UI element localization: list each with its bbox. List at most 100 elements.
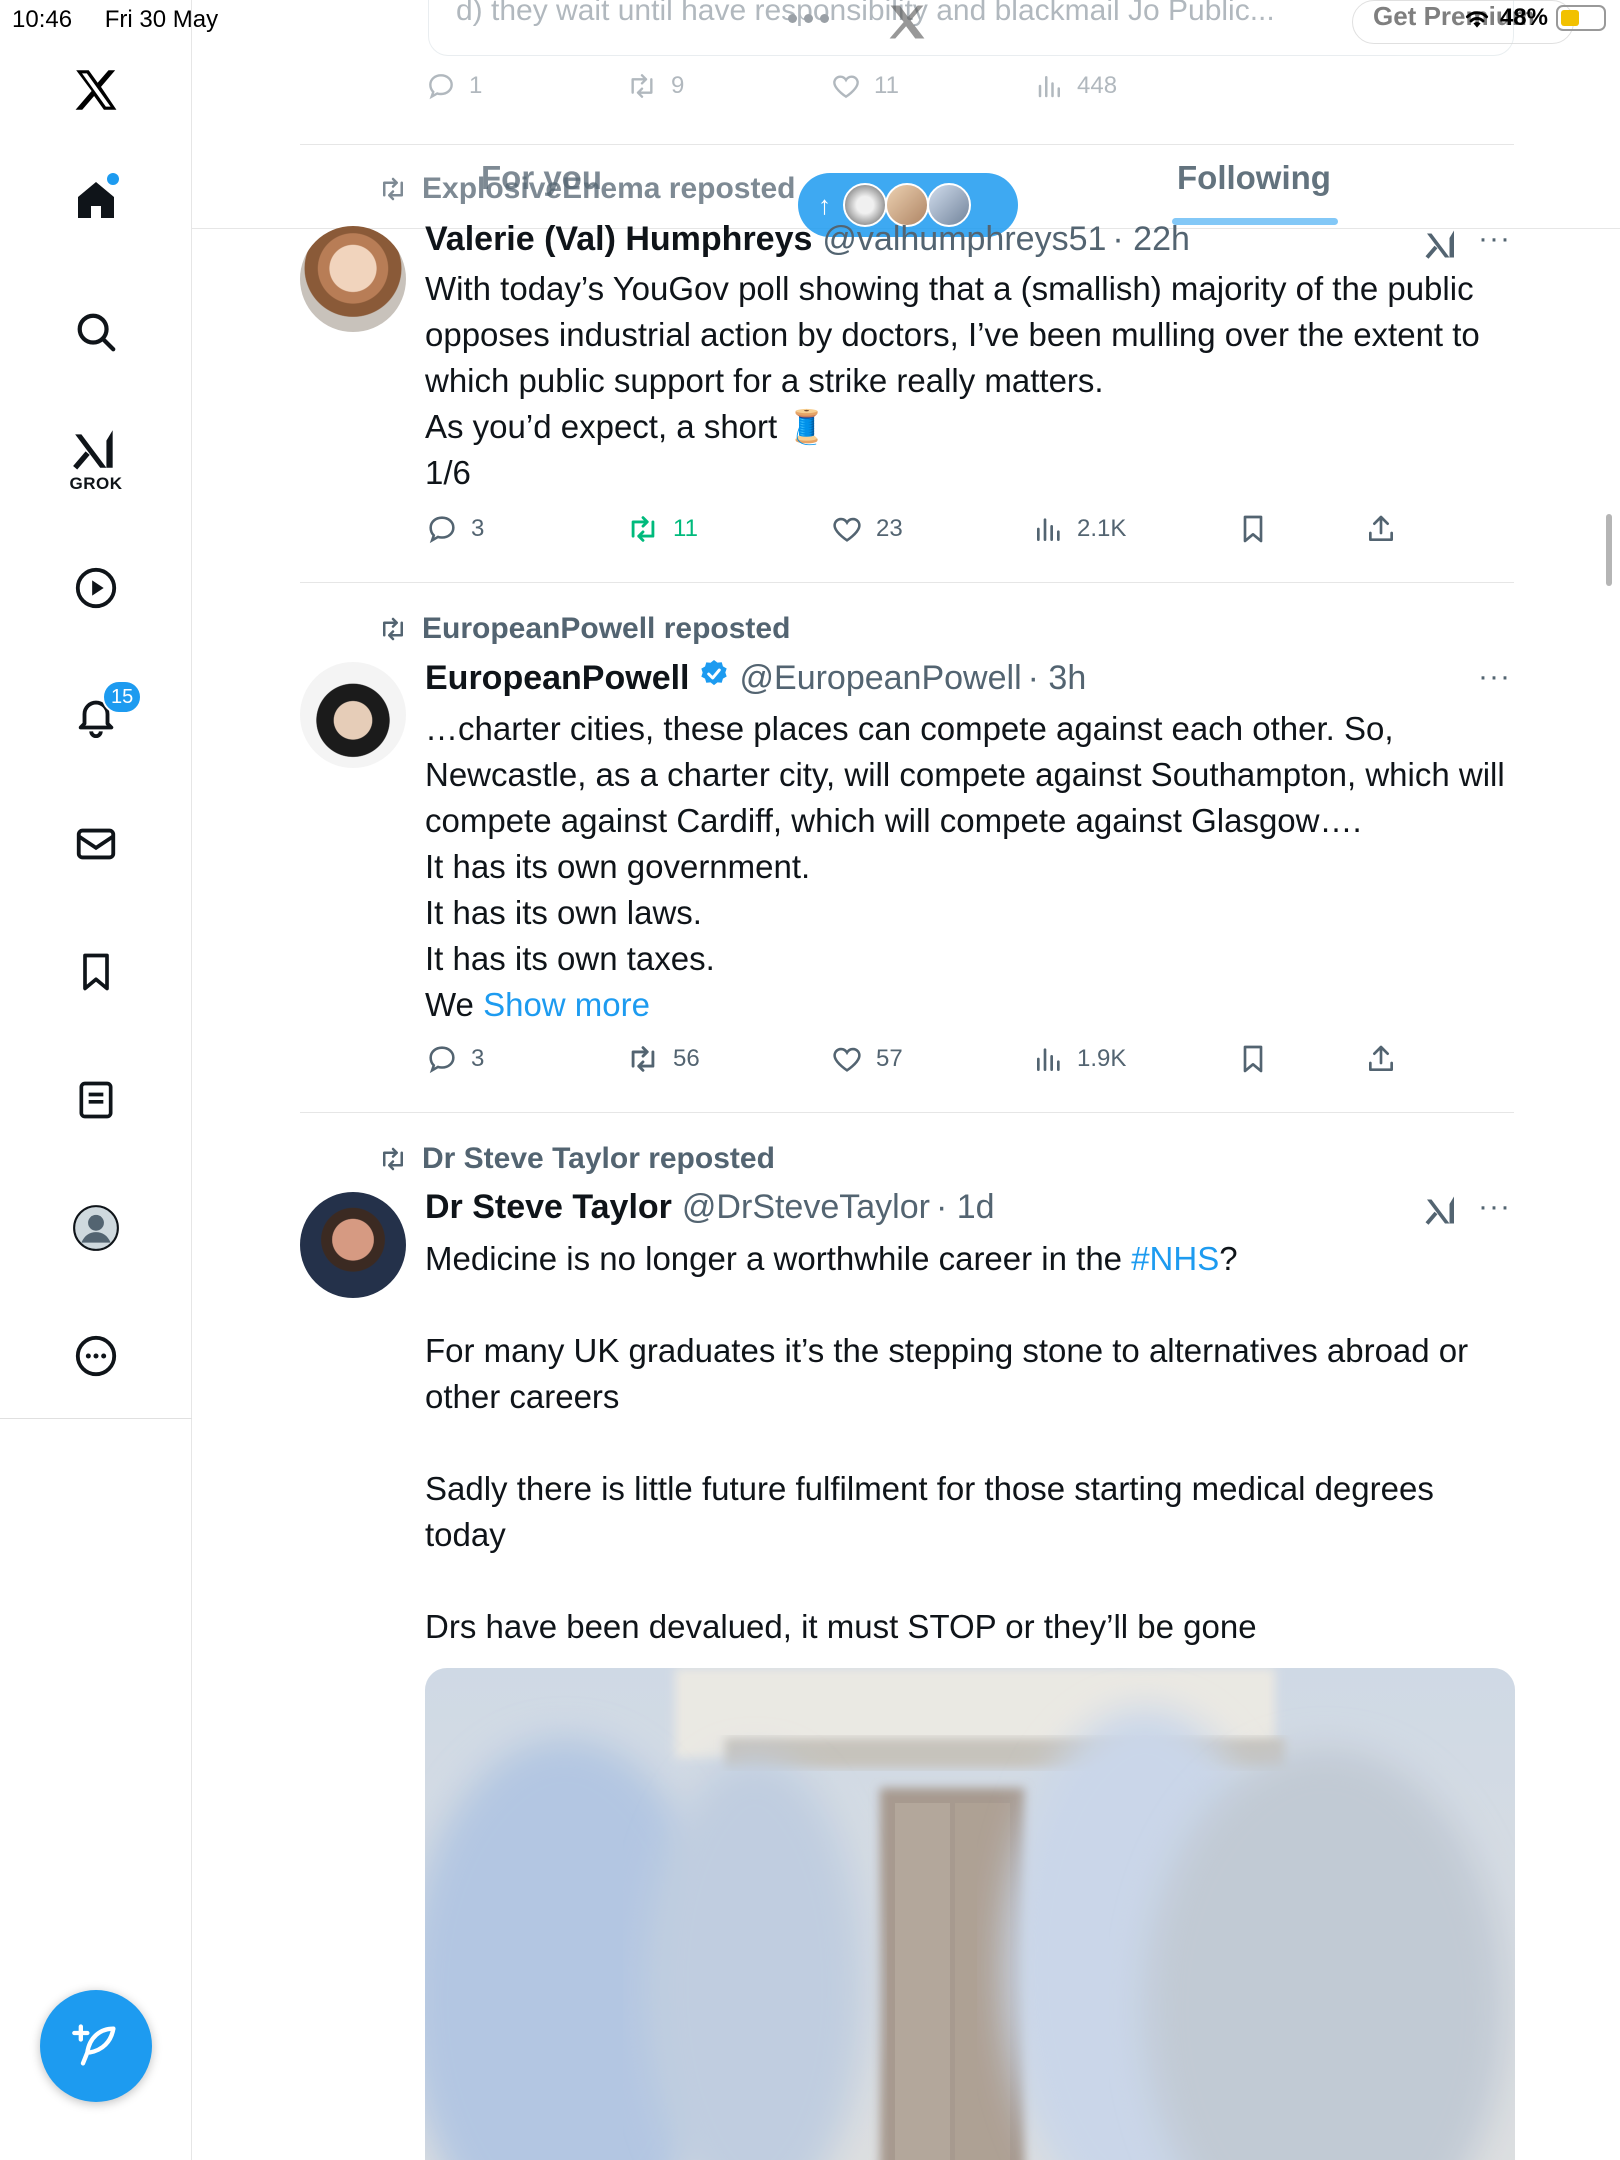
grok-label: GROK: [69, 474, 123, 493]
reply-button[interactable]: 3: [425, 512, 484, 546]
tweet-time[interactable]: · 1d: [936, 1188, 995, 1227]
bookmark-button[interactable]: [1237, 1042, 1269, 1076]
avatar[interactable]: [300, 226, 406, 332]
sidebar-item-profile[interactable]: [0, 1196, 192, 1260]
sidebar-item-home[interactable]: [0, 168, 192, 232]
reply-icon: [429, 1046, 455, 1074]
list-icon: [79, 1081, 113, 1119]
tweet-paragraph: As you’d expect, a short 🧵: [425, 408, 828, 445]
repost-indicator[interactable]: EuropeanPowell reposted: [376, 612, 790, 646]
feed-divider: [300, 144, 1514, 145]
views-icon: [1038, 76, 1060, 98]
sidebar-item-more[interactable]: [0, 1324, 192, 1388]
hashtag-link[interactable]: #NHS: [1131, 1240, 1219, 1277]
more-options-icon[interactable]: ···: [1478, 660, 1511, 694]
more-circle-icon: [75, 1335, 117, 1377]
bookmark-button[interactable]: [1237, 512, 1269, 546]
author-handle[interactable]: @valhumphreys51: [822, 220, 1106, 259]
tweet-paragraph-last: We Show more: [425, 982, 1515, 1028]
more-options-icon[interactable]: ···: [1478, 222, 1511, 256]
multitasking-dots-icon[interactable]: [788, 14, 829, 23]
author-name[interactable]: Dr Steve Taylor: [425, 1188, 672, 1227]
like-count: 57: [876, 1045, 903, 1072]
notifications-badge: 15: [102, 680, 143, 714]
tweet-text-fragment: Medicine is no longer a worthwhile caree…: [425, 1240, 1123, 1277]
reply-icon: [429, 74, 453, 100]
ghost-repost-action[interactable]: 9: [625, 70, 684, 102]
compose-post-button[interactable]: [40, 1990, 152, 2102]
repost-button[interactable]: 11: [625, 512, 698, 546]
ghost-like-action[interactable]: 11: [830, 70, 899, 102]
grok-explain-icon[interactable]: [1424, 1192, 1460, 1233]
share-button[interactable]: [1365, 1042, 1397, 1076]
tweet-text: …charter cities, these places can compet…: [425, 706, 1515, 1028]
repost-button[interactable]: 56: [625, 1042, 700, 1076]
share-button[interactable]: [1365, 512, 1397, 546]
avatar[interactable]: [300, 662, 406, 768]
repost-icon: [631, 516, 655, 542]
verified-badge-icon: [698, 658, 730, 699]
tab-following[interactable]: Following: [1177, 159, 1331, 197]
tweet-paragraph: Drs have been devalued, it must STOP or …: [425, 1608, 1257, 1645]
repost-icon: [631, 74, 653, 98]
author-name[interactable]: EuropeanPowell: [425, 659, 690, 698]
show-more-link[interactable]: Show more: [483, 986, 650, 1023]
views-button[interactable]: 2.1K: [1033, 512, 1126, 546]
sidebar-item-lists[interactable]: [0, 1068, 192, 1132]
mail-icon: [76, 828, 116, 860]
tweet-text-fragment: We: [425, 986, 474, 1023]
scrollbar-thumb[interactable]: [1606, 514, 1612, 586]
tweet-time[interactable]: · 3h: [1028, 659, 1087, 698]
author-name[interactable]: Valerie (Val) Humphreys: [425, 220, 812, 259]
share-icon: [1369, 1045, 1393, 1071]
repost-by-label: Dr Steve Taylor reposted: [422, 1142, 775, 1175]
sidebar-item-video[interactable]: [0, 556, 192, 620]
reply-button[interactable]: 3: [425, 1042, 484, 1076]
grok-icon: [73, 430, 113, 470]
repost-by-label: ExplosiveEnema reposted: [422, 172, 796, 205]
repost-indicator[interactable]: ExplosiveEnema reposted: [376, 172, 795, 206]
sidebar-item-grok[interactable]: GROK: [0, 420, 192, 500]
ghost-reply-count: 1: [469, 72, 483, 99]
tweet-text: With today’s YouGov poll showing that a …: [425, 266, 1515, 496]
ghost-like-count: 11: [874, 72, 899, 99]
avatar[interactable]: [300, 1192, 406, 1298]
tweet-paragraph: …charter cities, these places can compet…: [425, 710, 1505, 839]
ghost-reply-action[interactable]: 1: [425, 70, 482, 102]
profile-avatar-icon: [73, 1205, 119, 1251]
repost-indicator[interactable]: Dr Steve Taylor reposted: [376, 1142, 775, 1176]
like-button[interactable]: 57: [830, 1042, 903, 1076]
tweet-author-line: Dr Steve Taylor @DrSteveTaylor · 1d: [425, 1188, 995, 1227]
tweet-paragraph: For many UK graduates it’s the stepping …: [425, 1332, 1469, 1415]
repost-icon: [383, 1147, 403, 1171]
x-logo-header-icon: [880, 0, 934, 49]
tweet-time[interactable]: · 22h: [1112, 220, 1190, 259]
ghost-tweet-text: d) they wait until have responsibility a…: [456, 0, 1275, 27]
tweet-media-image[interactable]: [425, 1668, 1515, 2160]
ghost-views-action[interactable]: 448: [1035, 70, 1117, 102]
search-icon: [77, 313, 116, 352]
views-count: 1.9K: [1077, 1045, 1127, 1072]
repost-icon: [383, 177, 403, 201]
battery-icon: [1556, 5, 1606, 31]
sidebar-item-bookmarks[interactable]: [0, 940, 192, 1004]
sidebar-item-search[interactable]: [0, 300, 192, 364]
sidebar-item-notifications[interactable]: 15: [0, 680, 192, 748]
x-logo-icon[interactable]: [0, 60, 192, 120]
tweet-spacer: [425, 1558, 1515, 1604]
grok-explain-icon[interactable]: [1424, 226, 1460, 267]
author-handle[interactable]: @DrSteveTaylor: [682, 1188, 930, 1227]
more-options-icon[interactable]: ···: [1478, 1190, 1511, 1224]
author-handle[interactable]: @EuropeanPowell: [740, 659, 1022, 698]
heart-icon: [833, 75, 859, 99]
like-button[interactable]: 23: [830, 512, 903, 546]
status-bar-right: 48%: [1462, 4, 1606, 32]
tweet-actions: 3 56 57 1.9K: [425, 1042, 1425, 1082]
bookmark-icon: [1243, 1045, 1263, 1073]
sidebar-divider: [0, 1418, 192, 1419]
tweet-spacer: [425, 1282, 1515, 1328]
tab-active-indicator: [1172, 218, 1338, 225]
views-button[interactable]: 1.9K: [1033, 1042, 1126, 1076]
views-count: 2.1K: [1077, 515, 1127, 542]
sidebar-item-messages[interactable]: [0, 812, 192, 876]
